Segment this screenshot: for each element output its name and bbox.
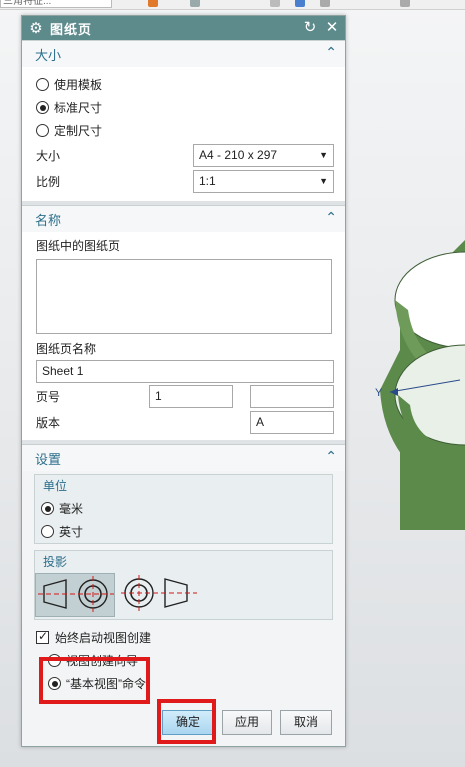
- radio-button[interactable]: [36, 124, 49, 137]
- toolbar-icon[interactable]: [320, 0, 330, 7]
- apply-button[interactable]: 应用: [222, 710, 272, 735]
- sheet-list[interactable]: [36, 259, 332, 334]
- chevron-down-icon: ▼: [319, 149, 328, 160]
- radio-view-wizard[interactable]: 视图创建向导: [22, 649, 345, 672]
- drawing-sheet-dialog: ⚙ 图纸页 ↻ ✕ 大小 ⌃ 使用模板 标准尺寸 定制尺寸 大小 A4 - 21…: [21, 15, 346, 747]
- version-input[interactable]: A: [250, 411, 334, 434]
- cancel-button[interactable]: 取消: [280, 710, 332, 735]
- sheet-name-input[interactable]: Sheet 1: [36, 360, 334, 383]
- radio-button[interactable]: [41, 502, 54, 515]
- settings-section-header[interactable]: 设置 ⌃: [22, 445, 345, 471]
- radio-label: “基本视图”命令: [66, 677, 146, 691]
- size-label: 大小: [36, 148, 61, 163]
- projection-group: 投影: [34, 550, 333, 620]
- filter-combo[interactable]: 三角特征...: [0, 0, 112, 8]
- first-angle-projection-button[interactable]: [35, 573, 115, 617]
- toolbar-icon[interactable]: [295, 0, 305, 7]
- unit-group: 单位 毫米 英寸: [34, 474, 333, 544]
- radio-button[interactable]: [48, 654, 61, 667]
- size-select[interactable]: A4 - 210 x 297 ▼: [193, 143, 334, 167]
- radio-button[interactable]: [48, 677, 61, 690]
- chevron-up-icon[interactable]: ⌃: [325, 44, 337, 61]
- toolbar-icon[interactable]: [270, 0, 280, 7]
- chevron-up-icon[interactable]: ⌃: [325, 448, 337, 465]
- third-angle-projection-button[interactable]: [119, 573, 199, 617]
- y-axis-label: Y: [375, 387, 383, 399]
- chevron-down-icon: ▼: [319, 175, 328, 186]
- reset-icon[interactable]: ↻: [301, 19, 319, 37]
- section-title: 设置: [35, 451, 62, 467]
- sheet-list-label: 图纸中的图纸页: [36, 239, 121, 253]
- size-section: 大小 ⌃ 使用模板 标准尺寸 定制尺寸 大小 A4 - 210 x 297 ▼: [22, 40, 345, 201]
- radio-inch[interactable]: 英寸: [35, 520, 332, 543]
- scale-label: 比例: [36, 174, 61, 189]
- radio-custom-size[interactable]: 定制尺寸: [22, 119, 345, 142]
- unit-group-title: 单位: [43, 479, 68, 493]
- scale-select[interactable]: 1:1 ▼: [193, 169, 334, 193]
- ok-button[interactable]: 确定: [162, 710, 214, 735]
- 3d-model[interactable]: Y: [360, 200, 465, 530]
- toolbar-icon[interactable]: [400, 0, 410, 7]
- page-number-input[interactable]: 1: [149, 385, 233, 408]
- top-toolbar: 三角特征...: [0, 0, 465, 10]
- size-value: A4 - 210 x 297: [199, 147, 278, 162]
- radio-label: 视图创建向导: [66, 654, 139, 668]
- sheet-name-label: 图纸页名称: [36, 342, 97, 356]
- radio-millimeter[interactable]: 毫米: [35, 497, 332, 520]
- radio-label: 英寸: [59, 525, 84, 539]
- radio-standard-size[interactable]: 标准尺寸: [22, 96, 345, 119]
- scale-row: 比例 1:1 ▼: [22, 168, 345, 194]
- scale-value: 1:1: [199, 173, 216, 188]
- chevron-up-icon[interactable]: ⌃: [325, 209, 337, 226]
- radio-use-template[interactable]: 使用模板: [22, 73, 345, 96]
- auto-view-checkbox[interactable]: [36, 629, 49, 644]
- radio-base-view-command[interactable]: “基本视图”命令: [22, 672, 345, 695]
- auto-view-label: 始终启动视图创建: [55, 631, 152, 645]
- toolbar-icon[interactable]: [190, 0, 200, 7]
- radio-button[interactable]: [36, 78, 49, 91]
- page-number-label: 页号: [36, 390, 61, 404]
- auto-view-creation-row[interactable]: 始终启动视图创建: [22, 626, 345, 649]
- radio-label: 毫米: [59, 502, 84, 516]
- size-section-header[interactable]: 大小 ⌃: [22, 41, 345, 67]
- radio-label: 定制尺寸: [54, 124, 103, 138]
- first-angle-projection-icon: [38, 576, 114, 612]
- toolbar-icon[interactable]: [148, 0, 158, 7]
- radio-label: 使用模板: [54, 78, 103, 92]
- section-title: 名称: [35, 212, 62, 228]
- name-section: 名称 ⌃ 图纸中的图纸页 图纸页名称 Sheet 1 页号 1 版本 A: [22, 205, 345, 440]
- gear-icon[interactable]: ⚙: [28, 20, 44, 37]
- settings-section: 设置 ⌃ 单位 毫米 英寸 投影 ✓ 始终启动视图创建 视图创建向导 “基本视图…: [22, 444, 345, 700]
- radio-button[interactable]: [41, 525, 54, 538]
- version-label: 版本: [36, 416, 61, 430]
- size-row: 大小 A4 - 210 x 297 ▼: [22, 142, 345, 168]
- name-section-header[interactable]: 名称 ⌃: [22, 206, 345, 232]
- section-title: 大小: [35, 47, 62, 63]
- dialog-title: 图纸页: [50, 21, 93, 37]
- close-icon[interactable]: ✕: [323, 19, 341, 37]
- projection-group-title: 投影: [43, 555, 68, 569]
- page-suffix-input[interactable]: [250, 385, 334, 408]
- third-angle-projection-icon: [121, 575, 197, 611]
- radio-label: 标准尺寸: [54, 101, 103, 115]
- dialog-titlebar[interactable]: ⚙ 图纸页 ↻ ✕: [22, 16, 345, 40]
- radio-button[interactable]: [36, 101, 49, 114]
